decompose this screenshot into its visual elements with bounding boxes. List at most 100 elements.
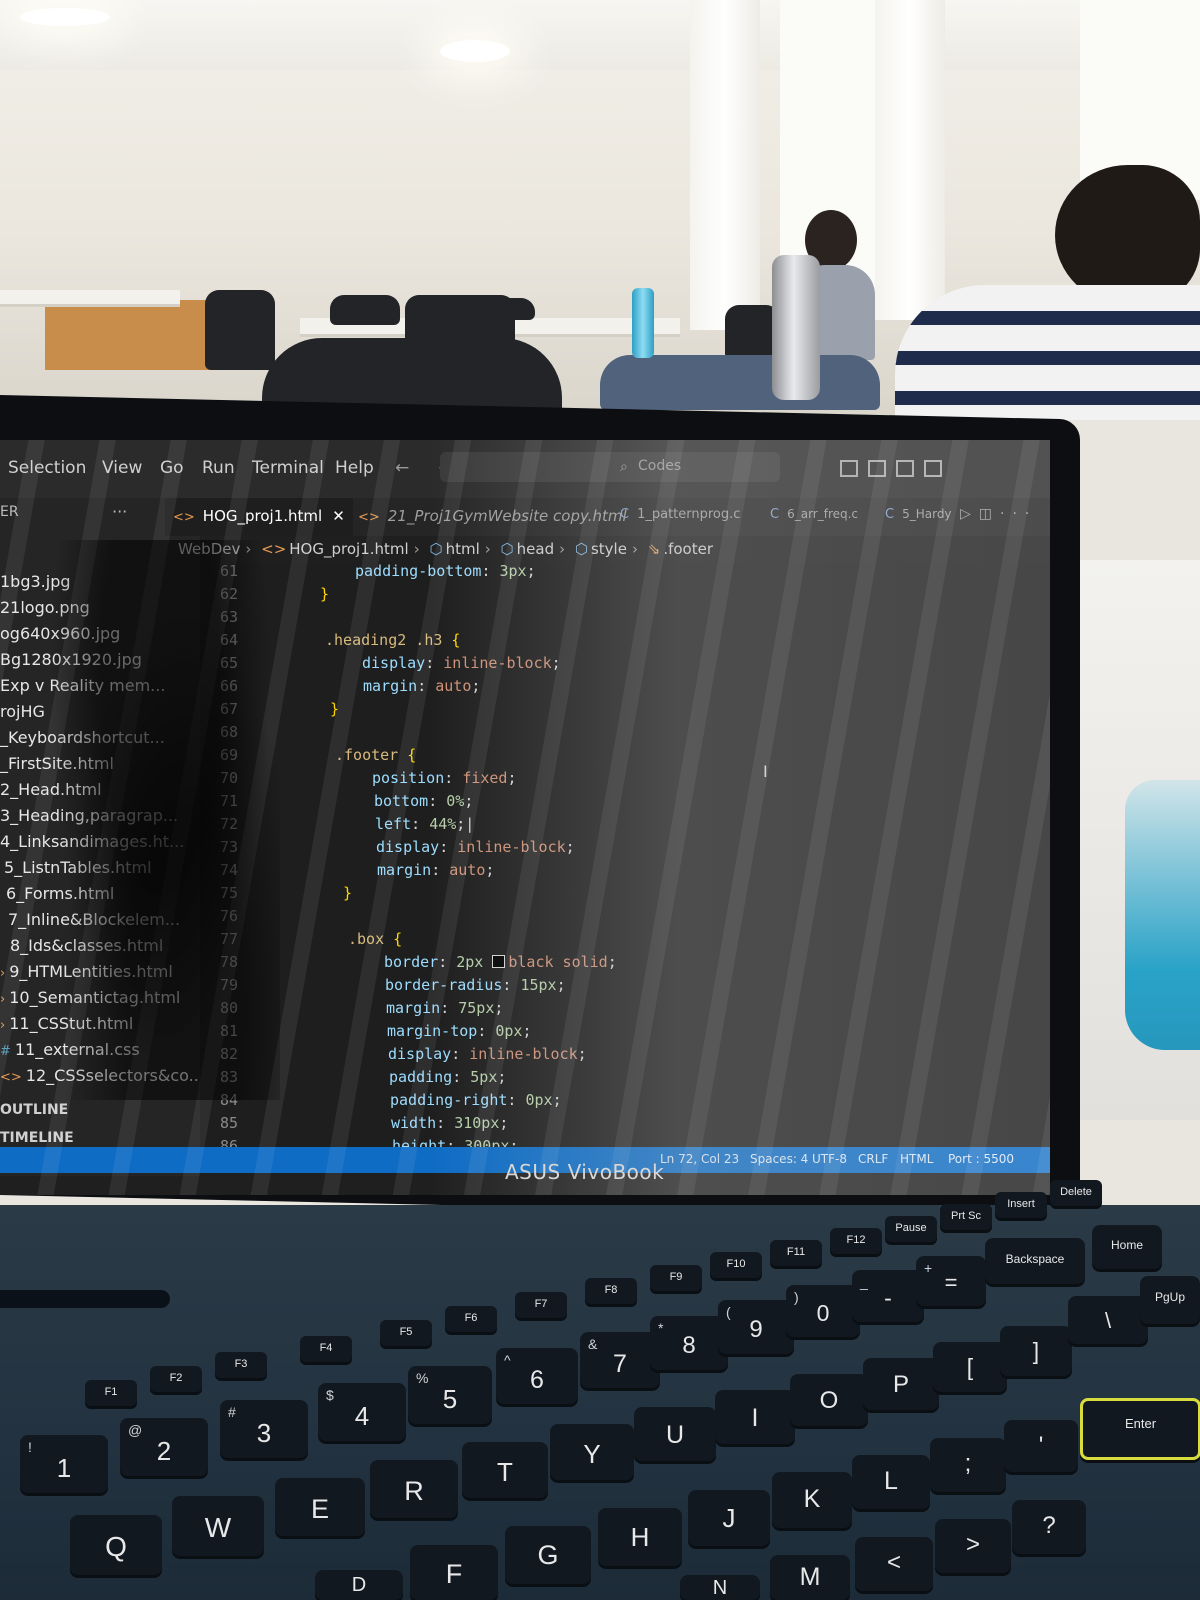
- toggle-secondary-sidebar-icon[interactable]: [896, 460, 915, 477]
- key-left-bracket[interactable]: [: [933, 1342, 1007, 1392]
- menu-run[interactable]: Run: [202, 458, 235, 478]
- breadcrumb-root[interactable]: WebDev: [178, 540, 240, 558]
- explorer-file[interactable]: Bg1280x1920.jpg: [0, 650, 142, 674]
- key-r[interactable]: R: [370, 1460, 458, 1518]
- key-1[interactable]: ! 1: [20, 1435, 108, 1493]
- explorer-file[interactable]: <> 12_CSSselectors&co...: [0, 1066, 204, 1090]
- key-enter[interactable]: Enter: [1080, 1398, 1200, 1460]
- timeline-section[interactable]: TIMELINE: [0, 1130, 74, 1146]
- explorer-file[interactable]: 8_Ids&classes.html: [10, 936, 163, 960]
- key-y[interactable]: Y: [550, 1424, 634, 1480]
- key-semicolon[interactable]: ;: [930, 1438, 1006, 1492]
- key-8[interactable]: * 8: [650, 1316, 728, 1370]
- key-0[interactable]: ) 0: [786, 1285, 860, 1337]
- key-right-bracket[interactable]: ]: [1000, 1326, 1072, 1376]
- color-swatch[interactable]: [492, 955, 506, 968]
- run-icon[interactable]: ▷: [960, 506, 979, 522]
- explorer-file[interactable]: 6_Forms.html: [6, 884, 114, 908]
- key-f1[interactable]: F1: [85, 1380, 137, 1406]
- key-f[interactable]: F: [410, 1545, 498, 1600]
- cursor-position[interactable]: Ln 72, Col 23: [660, 1152, 739, 1166]
- encoding[interactable]: UTF-8: [812, 1152, 847, 1166]
- key-6[interactable]: ^ 6: [496, 1348, 578, 1404]
- key-f2[interactable]: F2: [150, 1366, 202, 1392]
- tab-gym-website[interactable]: <> 21_Proj1GymWebsite copy.html: [358, 498, 627, 536]
- close-icon[interactable]: ✕: [332, 507, 345, 525]
- outline-section[interactable]: OUTLINE: [0, 1102, 68, 1118]
- explorer-file[interactable]: 21logo.png: [0, 598, 90, 622]
- key-h[interactable]: H: [598, 1508, 682, 1566]
- key-backslash[interactable]: \: [1068, 1296, 1148, 1344]
- split-editor-icon[interactable]: ◫: [979, 506, 1000, 522]
- key-equals[interactable]: + =: [916, 1256, 986, 1306]
- explorer-file[interactable]: og640x960.jpg: [0, 624, 120, 648]
- menu-terminal[interactable]: Terminal: [252, 458, 324, 478]
- explorer-file[interactable]: 1bg3.jpg: [0, 572, 71, 596]
- key-w[interactable]: W: [172, 1496, 264, 1556]
- key-p[interactable]: P: [863, 1358, 939, 1410]
- explorer-file[interactable]: 2_Head.html: [0, 780, 102, 804]
- key-f9[interactable]: F9: [650, 1265, 702, 1291]
- key-e[interactable]: E: [275, 1478, 365, 1536]
- key-m[interactable]: M: [770, 1555, 850, 1600]
- key-delete[interactable]: Delete: [1050, 1180, 1102, 1206]
- toggle-panel-icon[interactable]: [868, 460, 887, 477]
- key-f12[interactable]: F12: [830, 1228, 882, 1254]
- key-n[interactable]: N: [680, 1575, 760, 1600]
- key-f6[interactable]: F6: [445, 1306, 497, 1332]
- key-quote[interactable]: ': [1004, 1420, 1078, 1472]
- key-f3[interactable]: F3: [215, 1352, 267, 1378]
- key-comma[interactable]: <: [855, 1537, 933, 1591]
- key-f7[interactable]: F7: [515, 1292, 567, 1318]
- tab-patternprog[interactable]: C 1_patternprog.c: [620, 498, 760, 536]
- menu-go[interactable]: Go: [160, 458, 184, 478]
- key-q[interactable]: Q: [70, 1515, 162, 1575]
- key-slash[interactable]: ?: [1012, 1500, 1086, 1554]
- key-o[interactable]: O: [790, 1374, 868, 1426]
- key-pgup[interactable]: PgUp: [1140, 1276, 1200, 1324]
- explorer-folder[interactable]: rojHG: [0, 702, 45, 726]
- key-g[interactable]: G: [505, 1526, 591, 1584]
- explorer-file[interactable]: _FirstSite.html: [0, 754, 114, 778]
- key-backspace[interactable]: Backspace: [985, 1238, 1085, 1284]
- tab-hardy[interactable]: C 5_Hardy: [885, 498, 960, 536]
- key-period[interactable]: >: [935, 1519, 1011, 1573]
- breadcrumb-html[interactable]: html: [446, 540, 480, 558]
- key-4[interactable]: $4: [318, 1383, 406, 1441]
- explorer-file[interactable]: 4_Linksandimages.ht...: [0, 832, 184, 856]
- key-j[interactable]: J: [688, 1490, 770, 1546]
- menu-selection[interactable]: Selection: [8, 458, 86, 478]
- explorer-file[interactable]: 5_ListnTables.html: [4, 858, 152, 882]
- menu-help[interactable]: Help: [335, 458, 374, 478]
- key-f8[interactable]: F8: [585, 1278, 637, 1304]
- breadcrumb-head[interactable]: head: [517, 540, 554, 558]
- key-7[interactable]: & 7: [580, 1332, 660, 1388]
- key-d[interactable]: D: [315, 1570, 403, 1600]
- key-insert[interactable]: Insert: [995, 1192, 1047, 1218]
- menu-view[interactable]: View: [102, 458, 142, 478]
- key-home[interactable]: Home: [1092, 1225, 1162, 1269]
- breadcrumb-selector[interactable]: .footer: [663, 540, 713, 558]
- key-2[interactable]: @2: [120, 1418, 208, 1476]
- breadcrumb-file[interactable]: HOG_proj1.html: [289, 540, 408, 558]
- explorer-file[interactable]: Exp v Reality mem...: [0, 676, 165, 700]
- explorer-file[interactable]: #11_external.css: [0, 1040, 140, 1064]
- key-5[interactable]: % 5: [408, 1366, 492, 1424]
- more-actions-icon[interactable]: ···: [1000, 506, 1037, 522]
- key-f11[interactable]: F11: [770, 1240, 822, 1266]
- explorer-file[interactable]: › 9_HTMLentities.html: [0, 962, 173, 986]
- explorer-more-icon[interactable]: ···: [112, 502, 127, 521]
- key-f4[interactable]: F4: [300, 1336, 352, 1362]
- code-editor[interactable]: 61 62 63 64 65 66 67 68 69 70 71 72 73 7…: [200, 562, 1050, 1155]
- breadcrumb-style[interactable]: style: [591, 540, 627, 558]
- key-pause[interactable]: Pause: [885, 1216, 937, 1242]
- explorer-file[interactable]: › 10_Semantictag.html: [0, 988, 180, 1012]
- key-9[interactable]: (9: [718, 1300, 794, 1354]
- key-l[interactable]: L: [852, 1455, 930, 1509]
- key-minus[interactable]: _ -: [852, 1270, 924, 1322]
- key-3[interactable]: #3: [220, 1400, 308, 1458]
- tab-hog-proj1[interactable]: <> HOG_proj1.html ✕: [165, 498, 353, 536]
- key-k[interactable]: K: [772, 1472, 852, 1528]
- explorer-file[interactable]: _Keyboardshortcut...: [0, 728, 165, 752]
- explorer-file[interactable]: 7_Inline&Blockelem...: [8, 910, 180, 934]
